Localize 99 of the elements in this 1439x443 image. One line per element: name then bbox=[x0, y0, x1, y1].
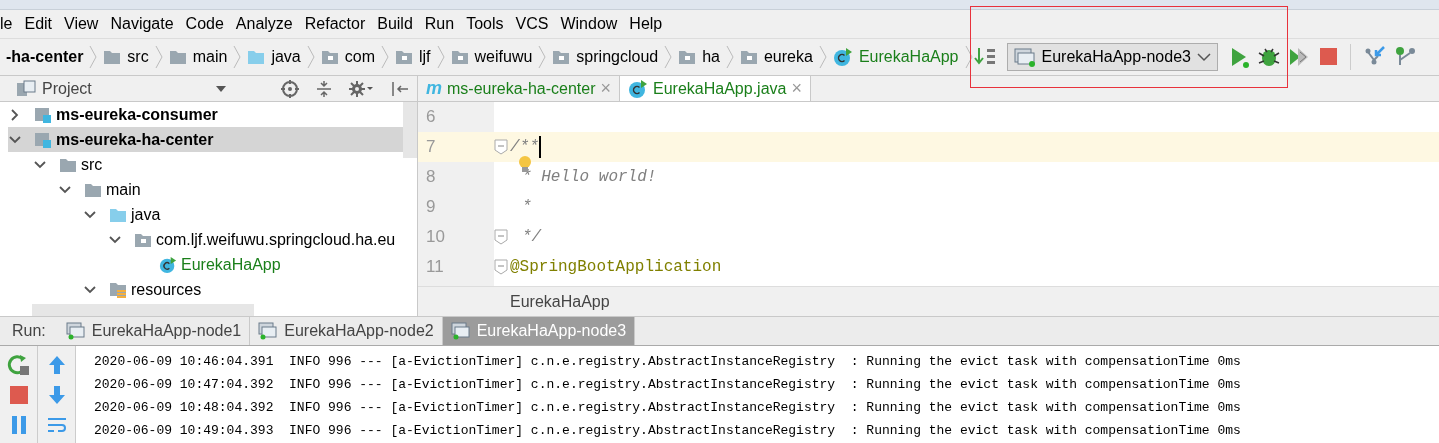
settings-icon[interactable] bbox=[349, 79, 375, 98]
package-icon bbox=[678, 49, 697, 65]
breadcrumb-item[interactable]: eureka bbox=[733, 45, 819, 69]
tree-item[interactable]: java bbox=[8, 202, 403, 227]
rerun-icon[interactable] bbox=[5, 352, 32, 378]
menu-item[interactable]: Build bbox=[371, 11, 419, 37]
maven-icon: m bbox=[426, 75, 442, 102]
folder-icon bbox=[168, 49, 187, 65]
breadcrumb-separator-icon bbox=[436, 44, 445, 70]
code-text: @SpringBootApplication bbox=[510, 257, 722, 278]
menu-item[interactable]: Edit bbox=[18, 11, 59, 37]
tree-item[interactable]: resources bbox=[8, 277, 403, 302]
package-icon bbox=[394, 49, 413, 65]
breadcrumb-item[interactable]: weifuwu bbox=[444, 45, 539, 69]
breadcrumb-item[interactable]: EurekaHaApp bbox=[510, 289, 610, 314]
window-icon bbox=[258, 322, 279, 340]
code-text: * bbox=[521, 197, 532, 218]
class-icon bbox=[159, 255, 177, 274]
breadcrumb-item[interactable]: EurekaHaApp bbox=[826, 45, 965, 69]
line-number: 7 bbox=[426, 136, 436, 159]
breadcrumb-separator-icon bbox=[818, 44, 827, 70]
menu-item[interactable]: Refactor bbox=[298, 11, 372, 37]
breadcrumb-separator-icon bbox=[538, 44, 547, 70]
menu-item[interactable]: Window bbox=[554, 11, 624, 37]
menu-item[interactable]: View bbox=[58, 11, 105, 37]
tree-item[interactable]: com.ljf.weifuwu.springcloud.ha.eu bbox=[8, 227, 403, 252]
menu-item[interactable]: Run bbox=[418, 11, 461, 37]
editor-tab[interactable]: EurekaHaApp.java × bbox=[620, 76, 811, 101]
line-number: 11 bbox=[426, 256, 444, 279]
breadcrumb-separator-icon bbox=[664, 44, 673, 70]
fold-icon[interactable] bbox=[494, 139, 508, 155]
tree-item[interactable]: EurekaHaApp bbox=[8, 252, 403, 277]
panel-title[interactable]: Project bbox=[42, 76, 92, 101]
breadcrumb-separator-icon bbox=[154, 44, 163, 70]
package-icon bbox=[320, 49, 339, 65]
project-icon bbox=[16, 79, 36, 98]
tree-item[interactable]: ms-eureka-ha-center bbox=[8, 127, 403, 152]
breadcrumb-item[interactable]: -ha-center bbox=[0, 45, 90, 69]
breadcrumb-item[interactable]: main bbox=[162, 45, 234, 69]
module-icon bbox=[34, 130, 52, 149]
breadcrumb-separator-icon bbox=[89, 44, 98, 70]
console-line: 2020-06-09 10:49:04.393 INFO 996 --- [a-EvictionTimer] c.n.e.registry.AbstractInstanceRegistry : Running the evict task with compensationTime 0ms bbox=[94, 422, 1242, 440]
menu-item[interactable]: le bbox=[0, 11, 19, 37]
run-configuration-dropdown[interactable]: EurekaHaApp-node3 bbox=[1006, 43, 1218, 71]
code-text: */ bbox=[521, 227, 542, 248]
folder-icon bbox=[103, 49, 122, 65]
console-line: 2020-06-09 10:47:04.392 INFO 996 --- [a-EvictionTimer] c.n.e.registry.AbstractInstanceRegistry : Running the evict task with compensationTime 0ms bbox=[94, 376, 1242, 394]
console-line: 2020-06-09 10:48:04.392 INFO 996 --- [a-EvictionTimer] c.n.e.registry.AbstractInstanceRegistry : Running the evict task with compensationTime 0ms bbox=[94, 399, 1242, 417]
menu-item[interactable]: Analyze bbox=[229, 11, 299, 37]
tree-item[interactable]: main bbox=[8, 177, 403, 202]
fold-icon[interactable] bbox=[494, 229, 508, 245]
tree-item[interactable]: ms-eureka-consumer bbox=[8, 102, 403, 127]
menu-item[interactable]: Navigate bbox=[104, 11, 180, 37]
run-tab[interactable]: EurekaHaApp-node1 bbox=[57, 317, 251, 345]
window-icon bbox=[65, 322, 86, 340]
breadcrumb-item[interactable]: ljf bbox=[388, 45, 437, 69]
breadcrumb-item[interactable]: springcloud bbox=[546, 45, 665, 69]
chevron-down-icon bbox=[1196, 52, 1211, 62]
breadcrumb-item[interactable]: java bbox=[241, 45, 307, 69]
locate-icon[interactable] bbox=[281, 79, 299, 98]
lightbulb-icon[interactable] bbox=[518, 155, 532, 173]
breadcrumb-item[interactable]: com bbox=[314, 45, 381, 69]
line-number: 9 bbox=[426, 196, 436, 219]
breadcrumb-separator-icon bbox=[233, 44, 242, 70]
code-text: /** bbox=[510, 137, 539, 158]
class-icon bbox=[628, 78, 649, 99]
package-icon bbox=[739, 49, 758, 65]
breadcrumb-separator-icon bbox=[964, 44, 973, 70]
window-icon bbox=[1013, 47, 1036, 67]
line-number: 8 bbox=[426, 166, 436, 189]
fold-icon[interactable] bbox=[494, 259, 508, 275]
hide-panel-icon[interactable] bbox=[391, 79, 409, 98]
package-icon bbox=[552, 49, 571, 65]
scrollbar-thumb[interactable] bbox=[32, 304, 254, 316]
run-tab[interactable]: EurekaHaApp-node2 bbox=[250, 317, 443, 345]
tree-item[interactable]: src bbox=[8, 152, 403, 177]
dropdown-icon[interactable] bbox=[215, 85, 226, 92]
menu-item[interactable]: VCS bbox=[509, 11, 555, 37]
resources-folder-icon bbox=[109, 280, 127, 299]
breadcrumb-separator-icon bbox=[725, 44, 734, 70]
module-icon bbox=[34, 105, 52, 124]
menu-item[interactable]: Help bbox=[623, 11, 669, 37]
menu-item[interactable]: Code bbox=[179, 11, 230, 37]
line-number: 6 bbox=[426, 106, 436, 129]
breadcrumb-separator-icon bbox=[380, 44, 389, 70]
breadcrumb-separator-icon bbox=[306, 44, 315, 70]
package-icon bbox=[450, 49, 469, 65]
window-icon bbox=[450, 322, 471, 340]
text-cursor bbox=[538, 136, 541, 158]
breadcrumb-item[interactable]: ha bbox=[672, 45, 726, 69]
collapse-all-icon[interactable] bbox=[315, 79, 333, 98]
console-line: 2020-06-09 10:46:04.391 INFO 996 --- [a-EvictionTimer] c.n.e.registry.AbstractInstanceRegistry : Running the evict task with compensationTime 0ms bbox=[94, 353, 1242, 371]
scrollbar-thumb[interactable] bbox=[403, 102, 417, 158]
panel-label: Run: bbox=[11, 321, 47, 341]
breadcrumb-item[interactable]: src bbox=[97, 45, 155, 69]
menu-item[interactable]: Tools bbox=[460, 11, 510, 37]
folder-icon bbox=[247, 49, 266, 65]
line-number: 10 bbox=[426, 226, 445, 249]
class-icon bbox=[832, 47, 853, 67]
